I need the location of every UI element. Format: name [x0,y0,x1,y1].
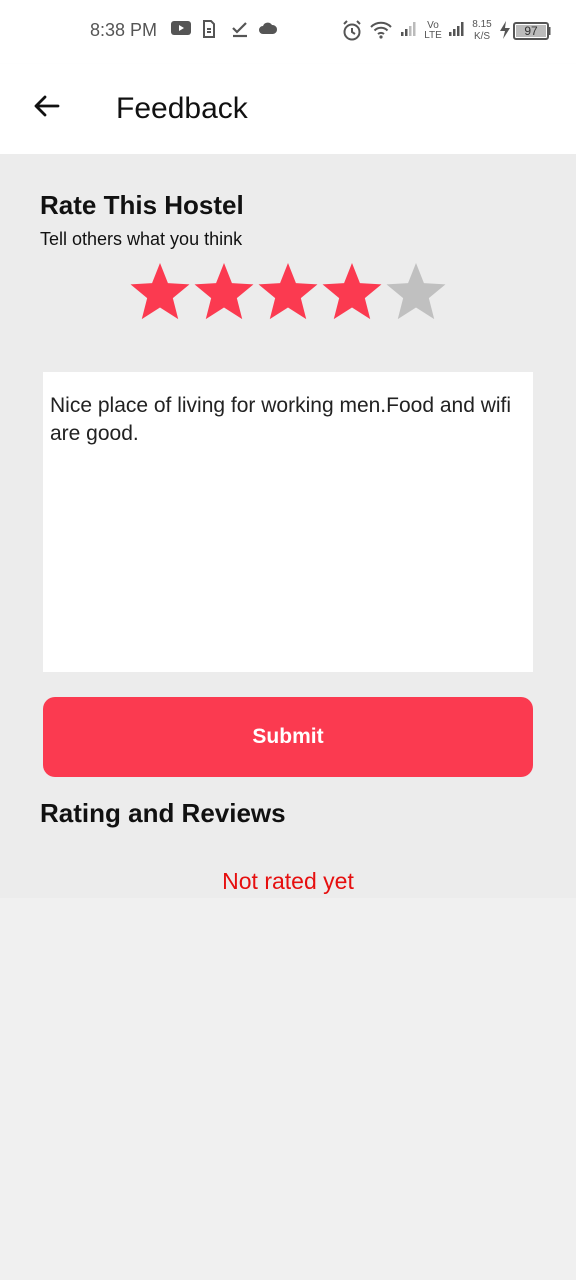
youtube-icon [171,20,191,41]
star-filled-icon[interactable] [128,260,192,324]
empty-reviews-message: Not rated yet [222,868,354,894]
app-bar: Feedback [0,64,576,154]
rate-title: Rate This Hostel [40,190,244,220]
star-filled-icon[interactable] [256,260,320,324]
network-speed-unit: K/S [473,31,491,42]
rate-subtitle: Tell others what you think [40,229,243,249]
page-title: Feedback [116,92,248,125]
arrow-left-icon [34,95,60,117]
sim-icon [202,20,216,43]
star-empty-icon[interactable] [384,260,448,324]
check-icon [231,20,249,43]
back-button[interactable] [24,84,68,128]
submit-button[interactable]: Submit [43,697,533,777]
network-speed-value: 8.15 [472,19,492,30]
cloud-icon [258,20,278,41]
star-rating [128,260,448,324]
charging-icon [498,20,512,45]
star-filled-icon[interactable] [320,260,384,324]
battery-level: 97 [524,24,538,38]
alarm-icon [342,20,362,47]
status-time: 8:38 PM [90,20,158,40]
reviews-title: Rating and Reviews [40,798,286,828]
network-type-label: Vo LTE [424,20,442,41]
feedback-screen: 8:38 PM Vo LTE 8.15 K/S 97 Feedback Rate… [0,0,576,1280]
feedback-content: Rate This Hostel Tell others what you th… [0,154,576,898]
review-text-input[interactable] [43,372,533,672]
status-bar: 8:38 PM Vo LTE 8.15 K/S 97 [0,0,576,64]
signal-icon [447,20,465,43]
star-filled-icon[interactable] [192,260,256,324]
signal-icon [399,20,417,43]
wifi-icon [369,20,393,45]
